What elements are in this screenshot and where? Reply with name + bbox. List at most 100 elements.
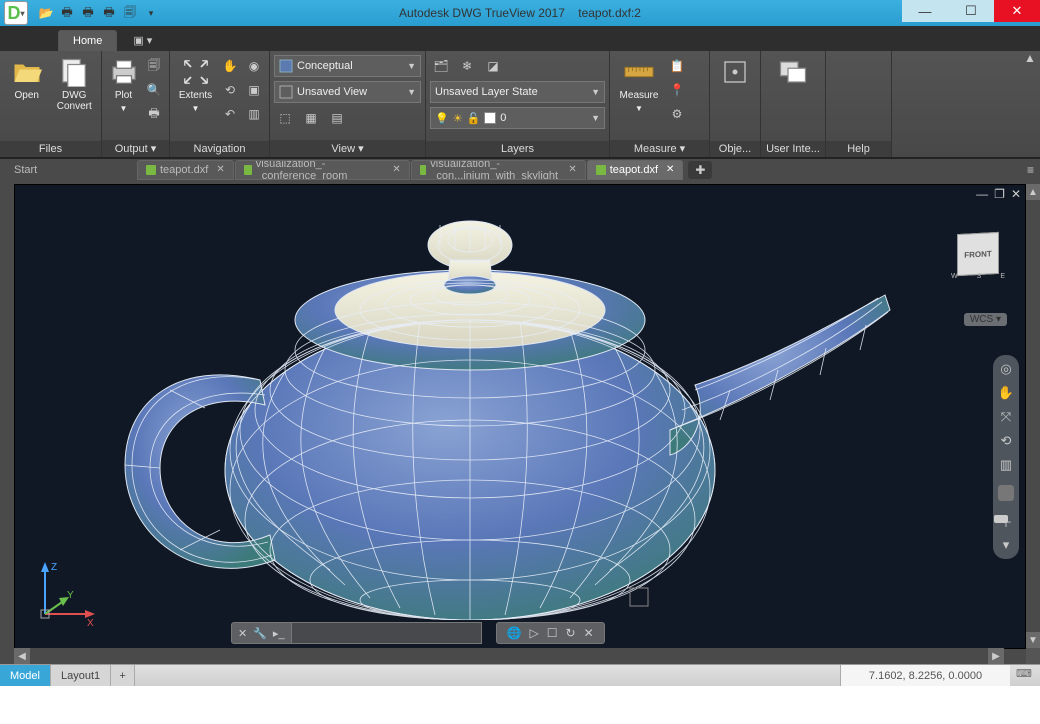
toggle-close-icon[interactable]: ✕ <box>584 626 594 640</box>
vertical-scrollbar[interactable]: ▲ ▼ <box>1026 184 1040 648</box>
panel-files: Open DWG Convert Files <box>0 51 102 157</box>
panel-title-object[interactable]: Obje... <box>710 141 760 157</box>
orbit-icon[interactable]: ⟲ <box>998 433 1014 449</box>
layer-props-icon[interactable]: 🗂 <box>430 55 452 77</box>
toggle-box-icon[interactable]: ☐ <box>547 626 558 640</box>
open-button[interactable]: Open <box>4 55 50 103</box>
panel-output: Plot▼ 🗐 🔍 🖶 Output ▾ <box>102 51 170 157</box>
scroll-down-icon[interactable]: ▼ <box>1026 632 1040 648</box>
toggle-globe-icon[interactable]: 🌐 <box>507 626 522 640</box>
start-tab[interactable]: Start <box>6 160 136 180</box>
ribbon-collapse-button[interactable]: ▲ <box>1020 51 1040 157</box>
wcs-badge[interactable]: WCS ▾ <box>964 313 1007 326</box>
app-menu-button[interactable]: D▾ <box>4 1 28 25</box>
plot-preview-icon[interactable]: 🔍 <box>143 79 165 101</box>
qat-publish-icon[interactable]: 🖶 <box>99 3 119 23</box>
scroll-left-icon[interactable]: ◀ <box>14 648 30 664</box>
layout-tab[interactable]: Layout1 <box>51 665 111 686</box>
nav-extra-icon[interactable]: ▥ <box>243 103 265 125</box>
units-icon[interactable]: ⚙ <box>666 103 688 125</box>
horizontal-scrollbar[interactable]: ◀ ▶ <box>14 648 1004 664</box>
add-layout-button[interactable]: + <box>111 665 135 686</box>
nav-more-icon[interactable]: ▾ <box>998 537 1014 553</box>
input-language-icon[interactable]: ⌨ <box>1016 667 1034 685</box>
panel-title-output[interactable]: Output ▾ <box>102 140 169 157</box>
panel-navigation: Extents▼ ✋ ⟲ ↶ ◉ ▣ ▥ Navigation <box>170 51 270 157</box>
file-tab[interactable]: visualization_-_conference_room✕ <box>235 160 410 180</box>
qat-plot-preview-icon[interactable]: 🖶 <box>78 3 98 23</box>
view-cube[interactable]: FRONT WSE <box>947 227 1007 287</box>
ribbon-tab-home[interactable]: Home <box>58 30 117 51</box>
cmd-customize-icon[interactable]: 🔧 <box>253 627 267 640</box>
view-manager-icon[interactable]: ⬚ <box>274 107 296 129</box>
extents-button[interactable]: Extents▼ <box>174 55 217 115</box>
layer-current-dropdown[interactable]: 💡☀🔓 0▼ <box>430 107 605 129</box>
page-setup-icon[interactable]: 🗐 <box>143 55 165 77</box>
visual-style-dropdown[interactable]: Conceptual▼ <box>274 55 421 77</box>
panel-title-ui[interactable]: User Inte... <box>761 141 825 157</box>
new-tab-button[interactable]: ✚ <box>688 161 712 179</box>
panel-title-view[interactable]: View ▾ <box>270 140 425 157</box>
show-motion-icon[interactable]: ▣ <box>243 79 265 101</box>
viewport-minimize-icon[interactable]: — <box>976 187 988 201</box>
steering-wheel-icon[interactable]: ◎ <box>998 361 1014 377</box>
toggle-refresh-icon[interactable]: ↻ <box>566 626 576 640</box>
plot-button[interactable]: Plot▼ <box>106 55 141 115</box>
viewcube-face-front[interactable]: FRONT <box>957 232 999 276</box>
viewport-close-icon[interactable]: ✕ <box>1011 187 1021 201</box>
toggle-play-icon[interactable]: ▷ <box>530 626 539 640</box>
file-tab[interactable]: teapot.dxf✕ <box>587 160 684 180</box>
layer-freeze-icon[interactable]: ❄ <box>456 55 478 77</box>
zoom-previous-icon[interactable]: ↶ <box>219 103 241 125</box>
cmd-history-icon[interactable]: ▸_ <box>273 627 285 640</box>
qat-more-icon[interactable]: ▾ <box>141 3 161 23</box>
steering-wheel-icon[interactable]: ◉ <box>243 55 265 77</box>
command-input[interactable] <box>292 622 482 644</box>
panel-title-measure[interactable]: Measure ▾ <box>610 140 709 157</box>
close-tab-icon[interactable]: ✕ <box>392 164 400 175</box>
viewport[interactable]: — ❐ ✕ <box>14 184 1026 649</box>
zoom-slider[interactable] <box>998 485 1014 501</box>
view-join-icon[interactable]: ▤ <box>326 107 348 129</box>
scroll-up-icon[interactable]: ▲ <box>1026 184 1040 200</box>
coordinate-readout: 7.1602, 8.2256, 0.0000 <box>840 665 1010 686</box>
scroll-right-icon[interactable]: ▶ <box>988 648 1004 664</box>
close-tab-icon[interactable]: ✕ <box>568 164 576 175</box>
measure-button[interactable]: Measure▼ <box>614 55 664 115</box>
title-bar: D▾ 📂 🖶 🖶 🖶 🗐 ▾ Autodesk DWG TrueView 201… <box>0 0 1040 26</box>
zoom-extents-icon[interactable]: ⤧ <box>998 409 1014 425</box>
model-tab[interactable]: Model <box>0 665 51 686</box>
user-interface-button[interactable] <box>765 55 821 89</box>
minimize-button[interactable]: — <box>902 0 948 22</box>
viewport-config-icon[interactable]: ▦ <box>300 107 322 129</box>
pan-icon[interactable]: ✋ <box>998 385 1014 401</box>
orbit-icon[interactable]: ⟲ <box>219 79 241 101</box>
close-tab-icon[interactable]: ✕ <box>216 164 224 175</box>
qat-batch-icon[interactable]: 🗐 <box>120 3 140 23</box>
layer-state-dropdown[interactable]: Unsaved Layer State▼ <box>430 81 605 103</box>
layer-isolate-icon[interactable]: ◪ <box>482 55 504 77</box>
show-motion-icon[interactable]: ▥ <box>998 457 1014 473</box>
panel-title-help[interactable]: Help <box>826 141 891 157</box>
close-button[interactable]: ✕ <box>994 0 1040 22</box>
viewport-maximize-icon[interactable]: ❐ <box>994 187 1005 201</box>
dwg-convert-button[interactable]: DWG Convert <box>52 55 98 114</box>
cmd-close-icon[interactable]: ✕ <box>238 627 247 640</box>
pan-icon[interactable]: ✋ <box>219 55 241 77</box>
maximize-button[interactable]: ☐ <box>948 0 994 22</box>
qat-open-icon[interactable]: 📂 <box>36 3 56 23</box>
qat-plot-icon[interactable]: 🖶 <box>57 3 77 23</box>
tab-overflow-icon[interactable]: ≡ <box>1027 163 1034 177</box>
named-view-dropdown[interactable]: Unsaved View▼ <box>274 81 421 103</box>
status-bar: Model Layout1 + 7.1602, 8.2256, 0.0000 ⌨ <box>0 664 1040 686</box>
object-snap-button[interactable] <box>714 55 756 89</box>
ribbon-tab-extras[interactable]: ▣ ▾ <box>119 30 166 51</box>
id-point-icon[interactable]: 📍 <box>666 79 688 101</box>
list-icon[interactable]: 📋 <box>666 55 688 77</box>
close-tab-icon[interactable]: ✕ <box>666 164 674 175</box>
file-tab[interactable]: teapot.dxf✕ <box>137 160 234 180</box>
panel-view: Conceptual▼ Unsaved View▼ ⬚ ▦ ▤ View ▾ <box>270 51 426 157</box>
batch-plot-icon[interactable]: 🖶 <box>143 103 165 125</box>
viewcube-compass[interactable]: WSE <box>947 273 1009 289</box>
file-tab[interactable]: visualization_-_con...inium_with_skyligh… <box>411 160 586 180</box>
